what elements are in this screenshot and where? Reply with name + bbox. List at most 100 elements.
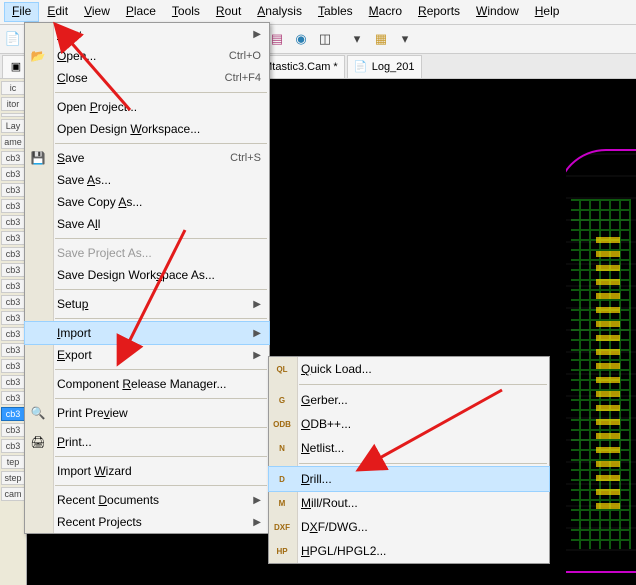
menu-reports[interactable]: Reports (410, 2, 468, 22)
sidebar-tab[interactable]: cb3 (1, 279, 25, 293)
menu-item-import-wizard[interactable]: Import Wizard (25, 460, 269, 482)
menu-item-label: Open Project... (57, 100, 261, 114)
menu-separator (55, 318, 267, 319)
menu-place[interactable]: Place (118, 2, 164, 22)
menu-window[interactable]: Window (468, 2, 527, 22)
menu-item-export[interactable]: Export▶ (25, 344, 269, 366)
sidebar-tab[interactable]: cb3 (1, 375, 25, 389)
sidebar-tab[interactable]: cb3 (1, 231, 25, 245)
menu-item-component-release-manager[interactable]: Component Release Manager... (25, 373, 269, 395)
more2-icon[interactable]: ▾ (394, 28, 416, 50)
doc-tab[interactable]: 📄 Log_201 (347, 55, 422, 78)
pcb-pads (596, 229, 620, 509)
submenu-item-quick-load[interactable]: QLQuick Load... (269, 357, 549, 381)
menu-item-recent-projects[interactable]: Recent Projects▶ (25, 511, 269, 533)
sidebar-tab[interactable]: cb3 (1, 359, 25, 373)
menu-item-setup[interactable]: Setup▶ (25, 293, 269, 315)
sidebar-tab[interactable]: ic (1, 81, 25, 95)
menu-accelerator: Ctrl+O (229, 50, 261, 62)
menu-item-label: Open... (57, 49, 229, 63)
sidebar-tab[interactable]: Lay (1, 119, 25, 133)
sidebar-tab[interactable]: ame (1, 135, 25, 149)
menu-item-label: Save (57, 151, 230, 165)
more-icon[interactable]: ▦ (370, 28, 392, 50)
sidebar-tab[interactable]: tep (1, 455, 25, 469)
sidebar-tab[interactable]: cb3 (1, 295, 25, 309)
menu-item-open[interactable]: 📂Open...Ctrl+O (25, 45, 269, 67)
menu-item-label: Setup (57, 297, 247, 311)
menu-item-print-preview[interactable]: 🔍Print Preview (25, 402, 269, 424)
sidebar-tab[interactable]: cb3 (1, 183, 25, 197)
sidebar-tab[interactable] (1, 113, 25, 117)
submenu-item-dxf-dwg[interactable]: DXFDXF/DWG... (269, 515, 549, 539)
sidebar-tab[interactable]: cb3 (1, 167, 25, 181)
menu-file[interactable]: File (4, 2, 39, 22)
menu-item-save-all[interactable]: Save All (25, 213, 269, 235)
sidebar-tab[interactable]: cb3 (1, 391, 25, 405)
menu-analysis[interactable]: Analysis (249, 2, 310, 22)
menu-item-label: Component Release Manager... (57, 377, 261, 391)
menu-item-import[interactable]: Import▶ (24, 321, 270, 345)
menu-item-print[interactable]: 🖨Print... (25, 431, 269, 453)
sidebar-tab[interactable]: cb3 (1, 199, 25, 213)
pcb-doc-icon: ▣ (9, 60, 23, 74)
submenu-item-drill[interactable]: DDrill... (268, 466, 550, 492)
menu-tables[interactable]: Tables (310, 2, 361, 22)
sidebar-tab[interactable]: cb3 (1, 151, 25, 165)
menu-item-open-design-workspace[interactable]: Open Design Workspace... (25, 118, 269, 140)
menu-separator (299, 384, 547, 385)
menu-separator (55, 92, 267, 93)
menu-item-save-as[interactable]: Save As... (25, 169, 269, 191)
submenu-item-gerber[interactable]: GGerber... (269, 388, 549, 412)
dropdown-icon[interactable]: ▾ (346, 28, 368, 50)
color-icon[interactable]: ◉ (290, 28, 312, 50)
sidebar-tab[interactable]: cb3 (1, 215, 25, 229)
menu-item-label: Save Project As... (57, 246, 261, 260)
sidebar-tab[interactable]: cb3 (1, 439, 25, 453)
menu-item-save-design-workspace-as[interactable]: Save Design Workspace As... (25, 264, 269, 286)
submenu-arrow-icon: ▶ (253, 350, 261, 361)
import-type-icon: N (273, 439, 291, 457)
menu-item-label: New (57, 27, 247, 41)
menu-item-label: Recent Projects (57, 515, 247, 529)
sidebar-tab[interactable]: itor (1, 97, 25, 111)
sidebar-tab[interactable]: cb3 (1, 263, 25, 277)
menu-item-label: Print... (57, 435, 261, 449)
submenu-item-mill-rout[interactable]: MMill/Rout... (269, 491, 549, 515)
menu-view[interactable]: View (76, 2, 118, 22)
sidebar-tab[interactable]: cam (1, 487, 25, 501)
sidebar-tab[interactable]: cb3 (1, 407, 25, 421)
menu-item-save-copy-as[interactable]: Save Copy As... (25, 191, 269, 213)
sidebar-tab[interactable]: cb3 (1, 327, 25, 341)
sidebar-tab[interactable]: cb3 (1, 247, 25, 261)
doc-tab-label: Log_201 (372, 61, 415, 73)
menu-item-label: Save Copy As... (57, 195, 261, 209)
menu-item-new[interactable]: New▶ (25, 23, 269, 45)
menu-separator (55, 398, 267, 399)
new-doc-icon[interactable]: 📄 (2, 28, 24, 50)
submenu-item-netlist[interactable]: NNetlist... (269, 436, 549, 460)
menu-item-recent-documents[interactable]: Recent Documents▶ (25, 489, 269, 511)
menu-item-label: Save Design Workspace As... (57, 268, 261, 282)
menu-separator (55, 456, 267, 457)
menu-help[interactable]: Help (527, 2, 568, 22)
sidebar-tab[interactable]: cb3 (1, 423, 25, 437)
menu-item-label: Open Design Workspace... (57, 122, 261, 136)
menu-separator (55, 369, 267, 370)
import-type-icon: DXF (273, 518, 291, 536)
menu-edit[interactable]: Edit (39, 2, 76, 22)
sidebar-tab[interactable]: cb3 (1, 343, 25, 357)
submenu-item-odb[interactable]: ODBODB++... (269, 412, 549, 436)
menu-tools[interactable]: Tools (164, 2, 208, 22)
menu-macro[interactable]: Macro (361, 2, 410, 22)
menu-rout[interactable]: Rout (208, 2, 249, 22)
submenu-item-hpgl-hpgl[interactable]: HPHPGL/HPGL2... (269, 539, 549, 563)
menu-item-close[interactable]: CloseCtrl+F4 (25, 67, 269, 89)
menu-item-save-project-as: Save Project As... (25, 242, 269, 264)
menu-item-open-project[interactable]: Open Project... (25, 96, 269, 118)
sidebar-tab[interactable]: cb3 (1, 311, 25, 325)
ortho-icon[interactable]: ◫ (314, 28, 336, 50)
menu-item-label: Save As... (57, 173, 261, 187)
menu-item-save[interactable]: 💾SaveCtrl+S (25, 147, 269, 169)
sidebar-tab[interactable]: step (1, 471, 25, 485)
